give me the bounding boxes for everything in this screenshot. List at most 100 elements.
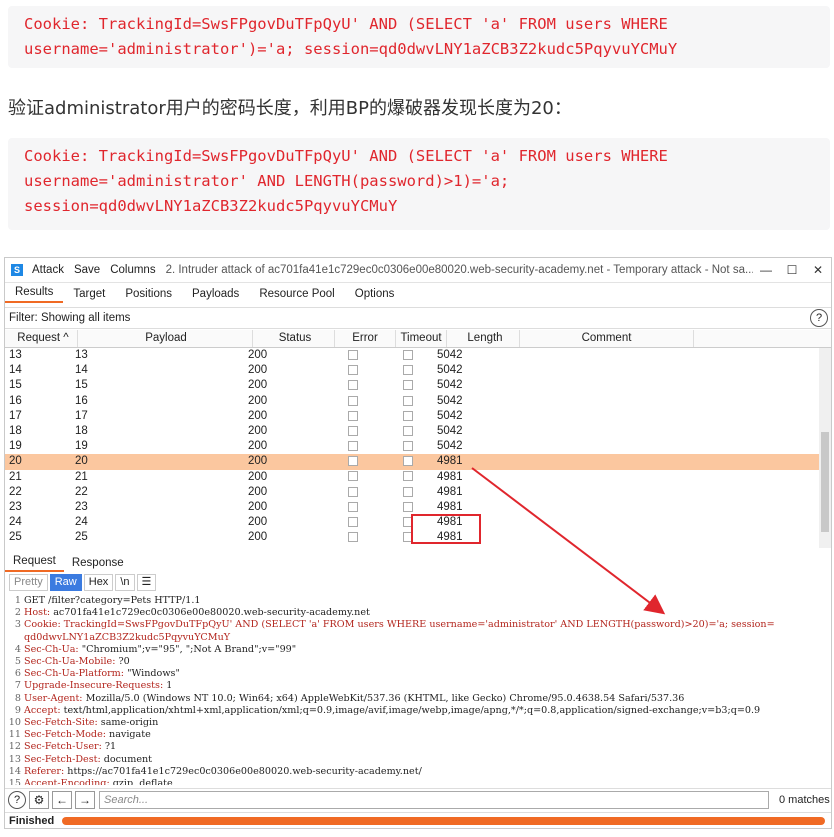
pretty-button[interactable]: Pretty [9, 574, 48, 591]
length-cell: 5042 [437, 349, 463, 361]
maximize-icon[interactable]: ☐ [779, 263, 805, 277]
tab-target[interactable]: Target [63, 288, 115, 303]
comment-cell [501, 363, 674, 378]
newline-toggle-button[interactable]: \n [115, 574, 135, 591]
header-value: text/html,application/xhtml+xml,applicat… [60, 704, 761, 716]
request-line: 6 Sec-Ch-Ua-Platform: "Windows" [7, 668, 827, 680]
timeout-cell [383, 470, 433, 485]
filter-bar[interactable]: Filter: Showing all items ? [5, 307, 831, 329]
gear-icon[interactable]: ⚙ [29, 791, 49, 809]
header-name: Sec-Fetch-Site: [24, 717, 98, 729]
request-cell: 24 [9, 516, 22, 529]
menu-icon[interactable]: ☰ [136, 574, 157, 591]
status-label: Finished [9, 815, 55, 827]
table-row[interactable]: 15 15 200 5042 [5, 378, 831, 393]
table-row[interactable]: 19 19 200 5042 [5, 439, 831, 454]
checkbox [348, 410, 358, 421]
tab-positions[interactable]: Positions [115, 288, 182, 303]
table-row[interactable]: 20 20 200 4981 [5, 454, 831, 470]
table-row[interactable]: 21 21 200 4981 [5, 470, 831, 485]
request-line: 2 Host: ac701fa41e1c729ec0c0306e00e80020.… [7, 607, 827, 619]
length-cell: 4981 [437, 470, 463, 483]
table-row[interactable]: 18 18 200 5042 [5, 424, 831, 439]
help-icon[interactable]: ? [8, 791, 26, 809]
header-name: Sec-Fetch-Mode: [24, 729, 106, 741]
hex-button[interactable]: Hex [83, 574, 114, 591]
table-scrollbar[interactable] [819, 348, 831, 548]
error-cell [323, 485, 383, 500]
payload-cell: 24 [75, 516, 88, 529]
minimize-icon[interactable]: — [753, 263, 779, 277]
col-status[interactable]: Status [253, 330, 335, 347]
header-value: "Windows" [124, 668, 180, 680]
header-name: Accept-Encoding: [24, 778, 110, 785]
request-line: 14 Referer: https://ac701fa41e1c729ec0c03… [7, 766, 827, 778]
menu-columns[interactable]: Columns [110, 264, 155, 276]
raw-button[interactable]: Raw [49, 574, 82, 591]
status-cell: 200 [248, 440, 268, 453]
header-name: Sec-Ch-Ua-Mobile: [24, 656, 116, 668]
col-timeout[interactable]: Timeout [396, 330, 447, 347]
header-name: Sec-Ch-Ua-Platform: [24, 668, 125, 680]
help-icon[interactable]: ? [810, 309, 828, 327]
request-editor[interactable]: 1 GET /filter?category=Pets HTTP/1.1 2 Host… [7, 595, 827, 785]
menu-attack[interactable]: Attack [32, 264, 64, 276]
length-cell: 5042 [437, 379, 463, 392]
table-row[interactable]: 16 16 200 5042 [5, 394, 831, 409]
request-line: 4 Sec-Ch-Ua: "Chromium";v="95", ";Not A B… [7, 644, 827, 656]
length-change-highlight [411, 514, 481, 544]
tab-request[interactable]: Request [5, 555, 64, 572]
checkbox [348, 441, 358, 452]
line-number: 11 [8, 729, 21, 741]
tab-results[interactable]: Results [5, 286, 64, 303]
request-cell: 22 [9, 485, 22, 498]
line-number: 3 [14, 619, 21, 631]
table-row[interactable]: 14 14 200 5042 [5, 363, 831, 378]
payload-cell: 14 [75, 364, 88, 377]
checkbox [348, 501, 358, 512]
table-row[interactable]: 22 22 200 4981 [5, 485, 831, 500]
error-cell [323, 470, 383, 485]
header-name: Cookie: [24, 619, 61, 631]
header-value: ?1 [101, 741, 117, 753]
header-name: User-Agent: [24, 692, 83, 704]
table-row[interactable]: 17 17 200 5042 [5, 409, 831, 424]
arrow-right-icon[interactable]: → [75, 791, 95, 809]
request-line: 5 Sec-Ch-Ua-Mobile: ?0 [7, 656, 827, 668]
header-name: Host: [24, 607, 51, 619]
col-error[interactable]: Error [335, 330, 396, 347]
line-number: 7 [14, 680, 21, 692]
tab-response[interactable]: Response [64, 557, 132, 572]
table-row[interactable]: 13 13 200 5042 [5, 348, 831, 363]
checkbox [348, 456, 358, 467]
timeout-cell [383, 424, 433, 439]
search-input[interactable]: Search... [99, 791, 769, 809]
header-value: TrackingId=SwsFPgovDuTFpQyU' AND (SELECT… [60, 619, 775, 631]
checkbox [348, 380, 358, 391]
col-payload[interactable]: Payload [78, 330, 253, 347]
status-cell: 200 [248, 364, 268, 377]
checkbox [403, 456, 413, 467]
length-cell: 5042 [437, 440, 463, 453]
arrow-left-icon[interactable]: ← [52, 791, 72, 809]
tab-resource-pool[interactable]: Resource Pool [249, 288, 344, 303]
checkbox [403, 441, 413, 452]
close-icon[interactable]: ✕ [805, 263, 831, 277]
error-cell [323, 454, 383, 469]
table-row[interactable]: 23 23 200 4981 [5, 500, 831, 515]
checkbox [403, 471, 413, 482]
scrollbar-thumb[interactable] [821, 432, 829, 532]
col-request[interactable]: Request ^ [5, 330, 78, 347]
header-value: ac701fa41e1c729ec0c0306e00e80020.web-sec… [50, 607, 370, 619]
header-value: ?0 [115, 656, 130, 668]
menu-save[interactable]: Save [74, 264, 100, 276]
col-length[interactable]: Length [447, 330, 520, 347]
code-line: Cookie: TrackingId=SwsFPgovDuTFpQyU' AND… [24, 147, 668, 165]
col-comment[interactable]: Comment [520, 330, 694, 347]
request-line: 11 Sec-Fetch-Mode: navigate [7, 729, 827, 741]
status-cell: 200 [248, 531, 268, 544]
tab-options[interactable]: Options [345, 288, 405, 303]
error-cell [323, 348, 383, 363]
comment-cell [501, 439, 674, 454]
tab-payloads[interactable]: Payloads [182, 288, 249, 303]
